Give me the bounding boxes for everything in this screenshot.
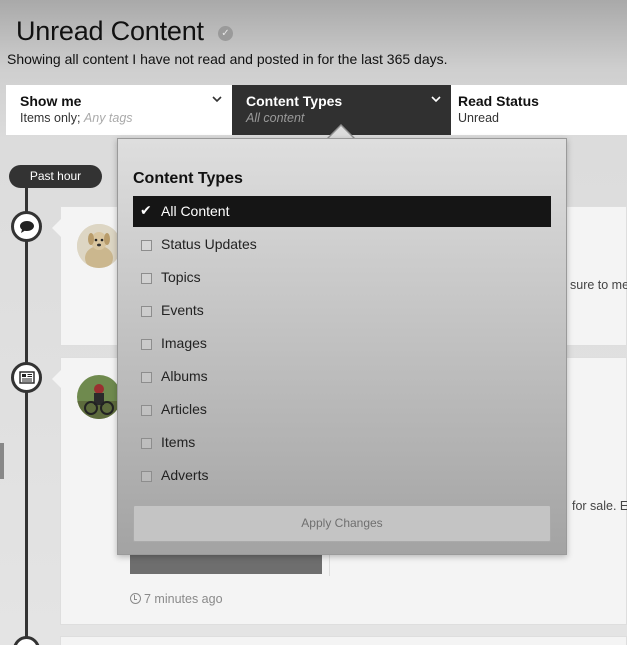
checkbox[interactable]: [141, 372, 152, 383]
checkbox[interactable]: [141, 471, 152, 482]
checkbox[interactable]: [141, 240, 152, 251]
filter-show-me-value: Items only; Any tags: [20, 111, 218, 125]
content-type-option-albums[interactable]: Albums: [133, 361, 551, 394]
content-types-dropdown: Content Types ✔ All Content Status Updat…: [117, 138, 567, 555]
content-type-option-all-content[interactable]: ✔ All Content: [133, 196, 551, 227]
filter-content-types-title: Content Types: [246, 93, 343, 109]
option-label: Topics: [161, 269, 201, 285]
checkbox[interactable]: [141, 405, 152, 416]
checkbox[interactable]: [141, 438, 152, 449]
filter-show-me-tag: Any tags: [83, 111, 133, 125]
apply-changes-button[interactable]: Apply Changes: [133, 505, 551, 542]
filter-read-status-title: Read Status: [458, 93, 539, 109]
content-type-option-articles[interactable]: Articles: [133, 394, 551, 427]
checkbox[interactable]: [141, 339, 152, 350]
content-type-option-images[interactable]: Images: [133, 328, 551, 361]
timeline-line: [25, 186, 28, 645]
avatar[interactable]: [77, 224, 121, 268]
content-type-option-items[interactable]: Items: [133, 427, 551, 460]
activity-card[interactable]: [60, 636, 627, 645]
content-type-list: ✔ All Content Status Updates Topics Even…: [133, 196, 551, 493]
filter-show-me-title: Show me: [20, 93, 82, 109]
filter-content-types-value: All content: [246, 111, 305, 125]
filter-read-status[interactable]: Read Status Unread: [451, 85, 627, 135]
card-image[interactable]: [130, 555, 322, 574]
timeline-icon: [13, 636, 40, 645]
card-snippet: for sale. E: [572, 499, 627, 513]
option-label: Articles: [161, 401, 207, 417]
page-subtitle: Showing all content I have not read and …: [7, 51, 448, 67]
timestamp-text: 7 minutes ago: [144, 592, 223, 606]
content-type-option-events[interactable]: Events: [133, 295, 551, 328]
content-type-option-topics[interactable]: Topics: [133, 262, 551, 295]
card-pointer: [52, 219, 61, 237]
option-label: Images: [161, 335, 207, 351]
filter-read-status-value: Unread: [458, 111, 499, 125]
checkbox[interactable]: [141, 306, 152, 317]
filter-show-me-value-prefix: Items only;: [20, 111, 81, 125]
filter-show-me[interactable]: Show me Items only; Any tags: [6, 85, 232, 135]
option-label: Adverts: [161, 467, 209, 483]
scroll-tab[interactable]: [0, 443, 4, 479]
dropdown-title: Content Types: [133, 170, 243, 187]
content-type-option-status-updates[interactable]: Status Updates: [133, 229, 551, 262]
clock-icon: [130, 593, 141, 604]
filter-bar: Show me Items only; Any tags Content Typ…: [6, 85, 627, 135]
speech-bubble-icon: [11, 211, 42, 242]
content-type-option-adverts[interactable]: Adverts: [133, 460, 551, 493]
card-snippet: sure to me: [570, 278, 627, 292]
card-pointer: [52, 370, 61, 388]
option-label: Albums: [161, 368, 208, 384]
chevron-down-icon: [212, 95, 222, 106]
timestamp: 7 minutes ago: [130, 592, 223, 606]
checkmark-icon: ✔: [140, 202, 152, 218]
checkbox[interactable]: [141, 273, 152, 284]
page-title: Unread Content: [16, 16, 204, 46]
option-label: Status Updates: [161, 236, 257, 252]
chevron-down-icon: [431, 95, 441, 106]
newspaper-icon: [11, 362, 42, 393]
time-group-label: Past hour: [9, 165, 102, 188]
option-label: All Content: [161, 203, 230, 219]
verified-check-icon: ✓: [218, 26, 233, 41]
option-label: Items: [161, 434, 196, 450]
avatar[interactable]: [77, 375, 121, 419]
option-label: Events: [161, 302, 204, 318]
